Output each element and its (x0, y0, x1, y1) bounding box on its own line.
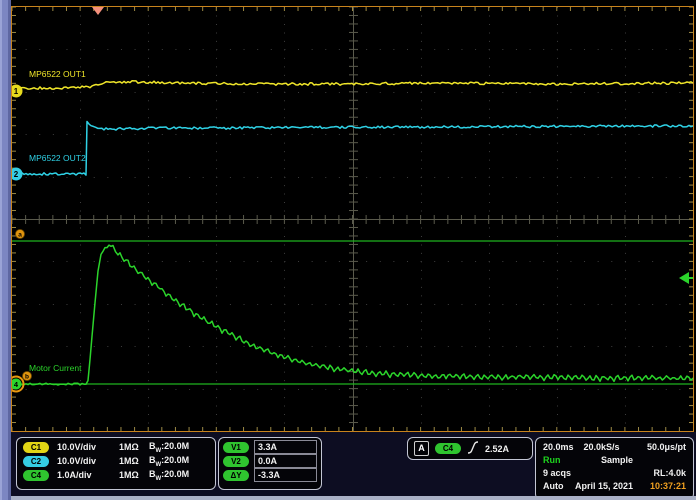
channel1-marker-label: 1 (14, 87, 19, 96)
ch1-bandwidth: BW:20.0M (149, 441, 189, 454)
ch4-scale: 1.0A/div (57, 470, 119, 480)
cursor-a-handle[interactable]: a (16, 230, 25, 239)
ch2-readout[interactable]: C2 10.0V/div 1MΩ BW:20.0M (17, 454, 215, 468)
ch4-impedance: 1MΩ (119, 470, 149, 480)
resolution: 50.0μs/pt (647, 442, 686, 452)
status-bar: C1 10.0V/div 1MΩ BW:20.0M C2 10.0V/div 1… (11, 432, 696, 496)
cursor-b-label: b (25, 374, 29, 381)
trigger-level-value: 2.52A (485, 444, 509, 454)
channel1-marker[interactable]: 1 (12, 85, 23, 98)
rising-edge-icon (467, 440, 479, 457)
cursor-v1-row[interactable]: V1 3.3A (219, 440, 321, 454)
acq-count-row: 9 acqs RL:4.0k (536, 466, 693, 479)
ch1-badge: C1 (23, 442, 49, 453)
time: 10:37:21 (650, 481, 686, 491)
cursor-v2-value: 0.0A (254, 454, 317, 468)
cursor-delta-value: -3.3A (254, 468, 317, 482)
run-status: Run (543, 455, 577, 465)
ch4-bandwidth: BW:20.0M (149, 469, 189, 482)
cursor-v1-badge: V1 (223, 442, 249, 453)
ch4-badge: C4 (23, 470, 49, 481)
left-bezel (0, 0, 11, 500)
bottom-bezel (11, 496, 696, 500)
trigger-mode: Auto (543, 481, 575, 491)
ch1-scale: 10.0V/div (57, 442, 119, 452)
acq-mode: Sample (601, 455, 633, 465)
ch2-trace-label: MP6522 OUT2 (29, 153, 86, 163)
ch2-bandwidth: BW:20.0M (149, 455, 189, 468)
ch1-readout[interactable]: C1 10.0V/div 1MΩ BW:20.0M (17, 440, 215, 454)
ch2-impedance: 1MΩ (119, 456, 149, 466)
ch1-impedance: 1MΩ (119, 442, 149, 452)
timebase-row: 20.0ms 20.0kS/s 50.0μs/pt (536, 440, 693, 453)
cursor-delta-badge: ΔY (223, 470, 249, 481)
trigger-readout[interactable]: A C4 2.52A (407, 437, 533, 460)
sample-rate: 20.0kS/s (584, 442, 620, 452)
timebase-value: 20.0ms (543, 442, 574, 452)
cursor-v1-value: 3.3A (254, 440, 317, 454)
scope-graticule-svg: 1 2 4 a b MP6522 OUT1 MP6522 OUT2 Motor … (12, 7, 693, 431)
graticule (12, 7, 693, 431)
date: April 15, 2021 (575, 481, 633, 491)
ch2-scale: 10.0V/div (57, 456, 119, 466)
ch4-readout[interactable]: C4 1.0A/div 1MΩ BW:20.0M (17, 468, 215, 482)
waveform-display: 1 2 4 a b MP6522 OUT1 MP6522 OUT2 Motor … (11, 6, 694, 432)
ch2-badge: C2 (23, 456, 49, 467)
record-length: RL:4.0k (653, 468, 686, 478)
acq-date-row: Auto April 15, 2021 10:37:21 (536, 479, 693, 492)
horizontal-acquisition-readout[interactable]: 20.0ms 20.0kS/s 50.0μs/pt Run Sample 9 a… (535, 437, 694, 500)
cursor-v2-row[interactable]: V2 0.0A (219, 454, 321, 468)
trigger-a-badge: A (414, 441, 429, 456)
acq-state-row: Run Sample (536, 453, 693, 466)
channel2-marker[interactable]: 2 (12, 168, 23, 181)
cursor-v2-badge: V2 (223, 456, 249, 467)
channel-readouts[interactable]: C1 10.0V/div 1MΩ BW:20.0M C2 10.0V/div 1… (16, 437, 216, 490)
cursor-delta-row[interactable]: ΔY -3.3A (219, 468, 321, 482)
acq-count: 9 acqs (543, 468, 571, 478)
trigger-source-badge: C4 (435, 443, 461, 454)
channel2-marker-label: 2 (14, 170, 19, 179)
trigger-level-arrow[interactable] (679, 272, 693, 284)
cursor-a-label: a (18, 232, 22, 239)
ch4-trace-label: Motor Current (29, 363, 82, 373)
cursor-readouts[interactable]: V1 3.3A V2 0.0A ΔY -3.3A (218, 437, 322, 490)
ch1-trace-label: MP6522 OUT1 (29, 69, 86, 79)
oscilloscope-ui: { "scope": { "trace_labels": { "ch1": "M… (0, 0, 696, 500)
